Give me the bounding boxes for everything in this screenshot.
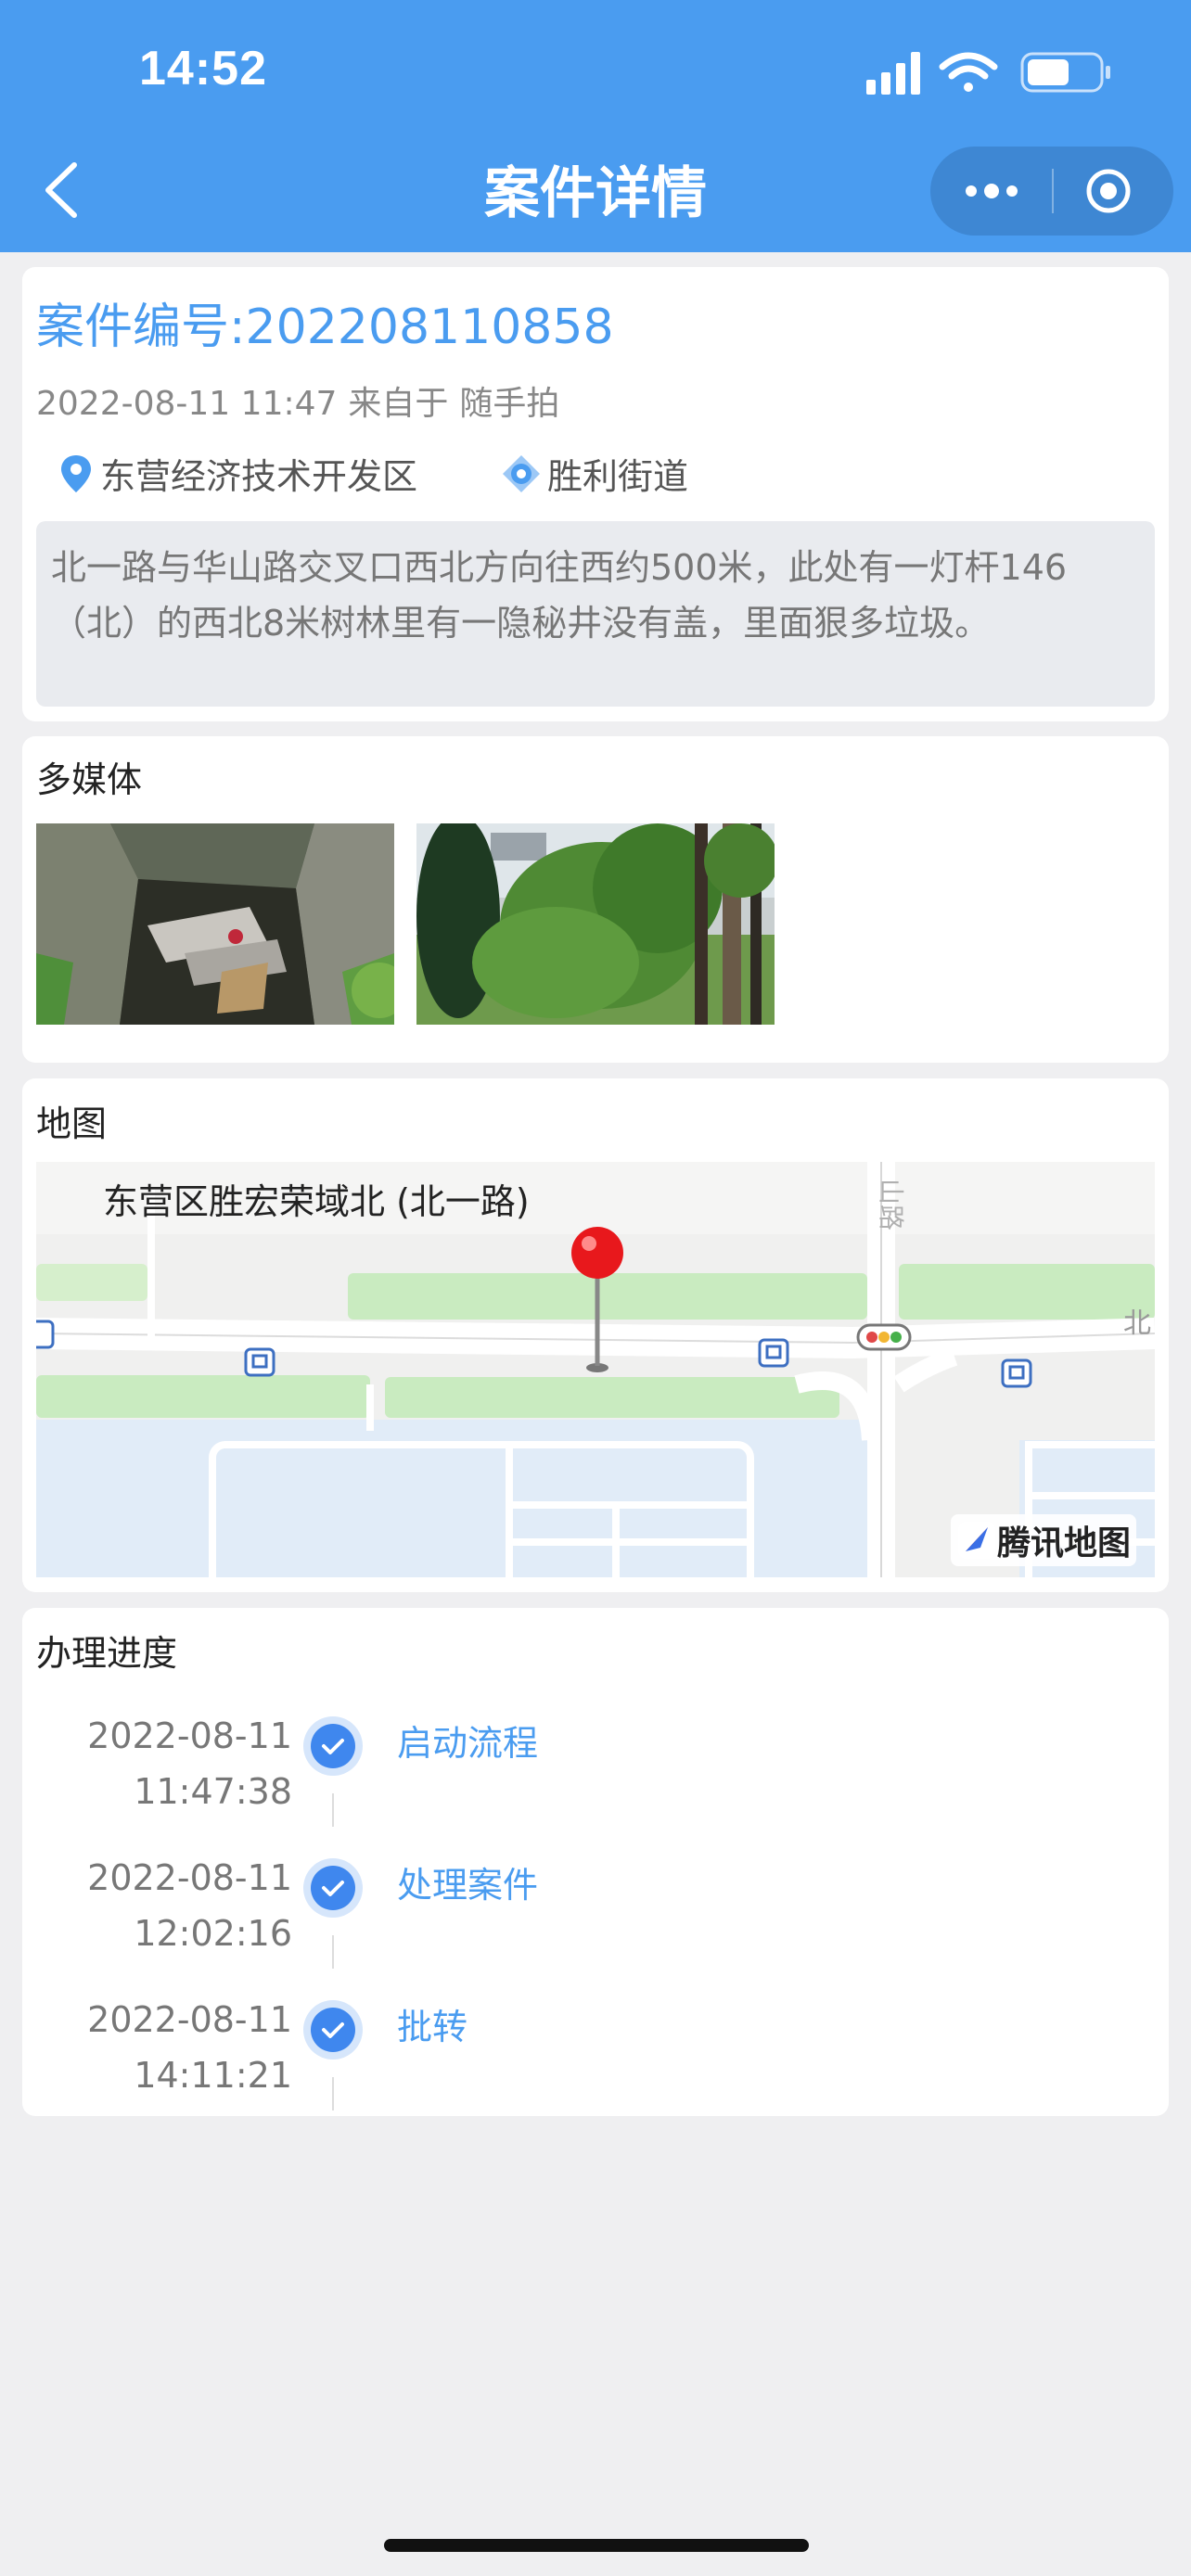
street-label: 胜利街道: [547, 456, 689, 497]
status-icons: [866, 52, 1110, 95]
progress-step: 2022-08-11 11:47:38 启动流程: [22, 1708, 1169, 1829]
case-info-card: 案件编号:202208110858 2022-08-11 11:47 来自于 随手拍…: [22, 267, 1169, 721]
check-circle-icon: [303, 1716, 363, 1776]
bus-stop-icon: [1001, 1358, 1032, 1388]
progress-step: 2022-08-11 14:11:21 批转: [22, 1992, 1169, 2112]
map-heading: 地图: [36, 1103, 108, 1144]
media-photo-manhole[interactable]: [36, 823, 394, 1025]
media-heading: 多媒体: [36, 759, 143, 800]
progress-heading: 办理进度: [36, 1633, 178, 1674]
map-logo-text: 腾讯地图: [996, 1524, 1131, 1562]
step-connector: [332, 1793, 334, 1827]
location-target-icon: [503, 454, 540, 492]
step-time: 11:47:38: [134, 1771, 292, 1812]
media-photo-trees[interactable]: [416, 823, 775, 1025]
step-connector: [332, 2077, 334, 2111]
top-bar: 14:52 案件详情: [0, 0, 1191, 252]
map-view[interactable]: 山路 北 东营区胜宏荣域北 (北一路) 腾讯地图: [36, 1162, 1155, 1577]
step-time: 12:02:16: [134, 1913, 292, 1954]
mini-program-capsule: [930, 147, 1173, 236]
step-date: 2022-08-11: [87, 1999, 292, 2040]
bus-stop-icon: [36, 1320, 55, 1349]
street-tag: 胜利街道: [499, 448, 688, 499]
map-road-label-horizontal: 北: [1123, 1307, 1151, 1340]
bus-stop-icon: [758, 1338, 789, 1368]
map-place-name: 东营区胜宏荣域北 (北一路): [103, 1181, 530, 1222]
progress-card: 办理进度 2022-08-11 11:47:38 启动流程 2022-08-11…: [22, 1608, 1169, 2116]
tencent-map-logo-icon: [957, 1522, 995, 1559]
bus-stop-icon: [244, 1347, 275, 1377]
progress-step: 2022-08-11 12:02:16 处理案件: [22, 1850, 1169, 1970]
step-time: 14:11:21: [134, 2055, 292, 2096]
traffic-light-icon: [856, 1323, 912, 1351]
step-date: 2022-08-11: [87, 1857, 292, 1898]
case-source: 随手拍: [459, 385, 560, 423]
map-card: 地图 山路 北 东营区胜宏荣域北 (北一路) 腾讯地图: [22, 1078, 1169, 1592]
district-tag: 东营经济技术开发区: [56, 448, 417, 499]
more-icon[interactable]: [964, 178, 1019, 204]
case-description: 北一路与华山路交叉口西北方向往西约500米，此处有一灯杆146（北）的西北8米树…: [36, 521, 1155, 707]
step-datetime: 2022-08-11 12:02:16: [87, 1850, 292, 1961]
battery-icon: [1020, 52, 1110, 93]
district-label: 东营经济技术开发区: [100, 456, 418, 497]
step-label[interactable]: 批转: [397, 1999, 467, 2055]
case-meta: 2022-08-11 11:47 来自于 随手拍: [36, 376, 570, 425]
case-number: 案件编号:202208110858: [36, 300, 614, 355]
map-road-label-vertical: 山路: [876, 1179, 906, 1231]
step-datetime: 2022-08-11 14:11:21: [87, 1992, 292, 2103]
step-label[interactable]: 启动流程: [397, 1715, 538, 1771]
check-circle-icon: [303, 1858, 363, 1918]
signal-icon: [866, 52, 920, 95]
step-date: 2022-08-11: [87, 1715, 292, 1756]
close-target-icon[interactable]: [1084, 167, 1133, 215]
map-logo: 腾讯地图: [950, 1514, 1136, 1566]
wifi-icon: [939, 52, 998, 92]
check-circle-icon: [303, 2000, 363, 2060]
step-label[interactable]: 处理案件: [397, 1857, 538, 1913]
step-connector: [332, 1935, 334, 1969]
case-datetime: 2022-08-11 11:47: [36, 385, 338, 423]
step-datetime: 2022-08-11 11:47:38: [87, 1708, 292, 1819]
media-card: 多媒体: [22, 736, 1169, 1063]
status-time: 14:52: [139, 42, 267, 96]
case-source-prefix: 来自于: [348, 385, 449, 423]
location-pin-icon: [61, 454, 91, 492]
home-indicator[interactable]: [384, 2539, 809, 2552]
capsule-divider: [1052, 169, 1054, 213]
